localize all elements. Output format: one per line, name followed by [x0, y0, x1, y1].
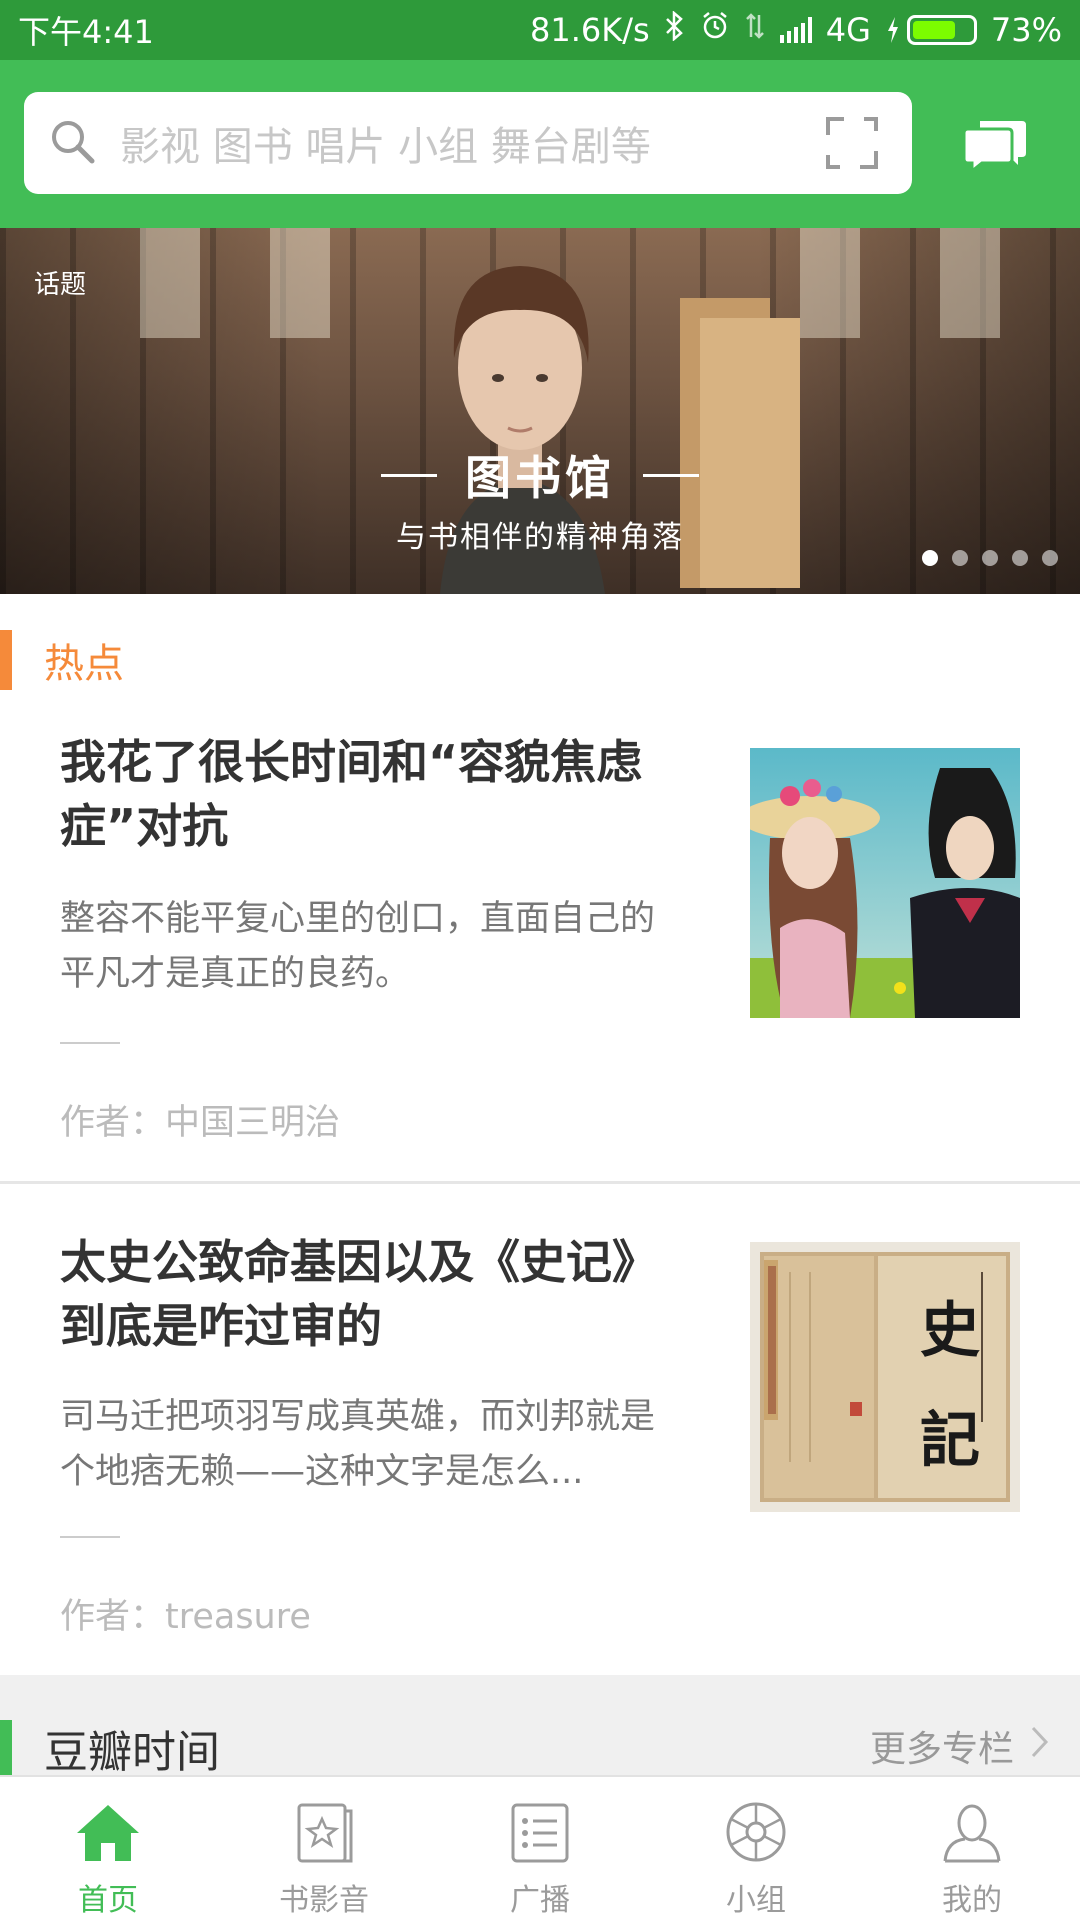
douban-time-section-heading: 豆瓣时间 更多专栏 [0, 1720, 1080, 1778]
section-accent-bar [0, 630, 12, 690]
article-divider [60, 1536, 120, 1538]
thumbnail-glyph: 記 [920, 1406, 980, 1476]
article-card[interactable]: 我花了很长时间和“容貌焦虑症”对抗 整容不能平复心里的创口，直面自己的平凡才是真… [0, 730, 1080, 1180]
banner-title-line [643, 473, 699, 477]
article-separator [0, 1181, 1080, 1184]
bottom-nav: 首页 书影音 广播 小组 我的 [0, 1775, 1080, 1920]
banner-title: 图书馆 [465, 451, 615, 505]
search-icon [48, 117, 96, 169]
scan-icon[interactable] [826, 117, 878, 169]
article-title[interactable]: 我花了很长时间和“容貌焦虑症”对抗 [60, 730, 660, 858]
banner-window-decor [940, 228, 1000, 338]
carousel-indicator[interactable] [922, 550, 1058, 566]
tab-label: 书影音 [279, 1883, 369, 1918]
banner-carousel[interactable]: 话题 图书馆 与书相伴的精神角落 [0, 228, 1080, 594]
article-thumbnail[interactable]: 史 記 [750, 1242, 1020, 1512]
thumbnail-glyph: 史 [920, 1296, 980, 1366]
tab-profile[interactable]: 我的 [864, 1777, 1080, 1920]
home-icon [77, 1805, 139, 1861]
douban-time-label: 豆瓣时间 [44, 1726, 220, 1778]
status-bar: 下午4:41 81.6K/s 4G 73% [0, 0, 1080, 60]
tab-broadcast[interactable]: 广播 [432, 1777, 648, 1920]
tab-book-movie-music[interactable]: 书影音 [216, 1777, 432, 1920]
book-movie-icon [297, 1803, 353, 1863]
battery-percent: 73% [990, 11, 1062, 49]
tab-label: 广播 [510, 1883, 570, 1918]
banner-window-decor [140, 228, 200, 338]
hot-section-heading: 热点 [0, 630, 1080, 690]
article-card[interactable]: 太史公致命基因以及《史记》到底是咋过审的 司马迁把项羽写成真英雄，而刘邦就是个地… [0, 1230, 1080, 1670]
banner-title-line [381, 473, 437, 477]
network-type: 4G [825, 11, 871, 49]
article-description: 整容不能平复心里的创口，直面自己的平凡才是真正的良药。 [60, 899, 656, 994]
carousel-dot[interactable] [1042, 550, 1058, 566]
messages-icon[interactable] [960, 115, 1030, 175]
article-author[interactable]: 作者：treasure [60, 1588, 311, 1639]
article-title[interactable]: 太史公致命基因以及《史记》到底是咋过审的 [60, 1230, 660, 1358]
bluetooth-icon [664, 10, 686, 49]
tab-home[interactable]: 首页 [0, 1777, 216, 1920]
alarm-icon [700, 11, 730, 49]
status-time: 下午4:41 [18, 13, 154, 51]
banner-subtitle: 与书相伴的精神角落 [396, 520, 684, 555]
hot-section-label: 热点 [44, 641, 124, 687]
app-header: 影视 图书 唱片 小组 舞台剧等 [0, 60, 1080, 228]
banner-window-decor [270, 228, 330, 338]
search-placeholder[interactable]: 影视 图书 唱片 小组 舞台剧等 [120, 114, 826, 172]
tab-label: 我的 [942, 1883, 1002, 1918]
data-arrows-icon [744, 11, 766, 49]
article-description: 司马迁把项羽写成真英雄，而刘邦就是个地痞无赖——这种文字是怎么... [60, 1397, 656, 1492]
carousel-dot[interactable] [1012, 550, 1028, 566]
signal-icon [779, 17, 812, 43]
article-thumbnail[interactable] [750, 748, 1020, 1018]
carousel-dot[interactable] [952, 550, 968, 566]
article-divider [60, 1042, 120, 1044]
network-speed: 81.6K/s [530, 11, 650, 49]
chevron-right-icon [1030, 1725, 1050, 1768]
group-icon [726, 1802, 786, 1862]
profile-icon [943, 1804, 1001, 1863]
status-indicators: 81.6K/s 4G 73% [530, 10, 1062, 49]
banner-tag: 话题 [34, 270, 87, 300]
more-columns-label: 更多专栏 [869, 1729, 1014, 1770]
broadcast-icon [511, 1803, 569, 1863]
tab-label: 首页 [78, 1883, 138, 1918]
search-bar[interactable]: 影视 图书 唱片 小组 舞台剧等 [24, 92, 912, 194]
carousel-dot[interactable] [982, 550, 998, 566]
tab-label: 小组 [726, 1883, 786, 1918]
article-author[interactable]: 作者：中国三明治 [60, 1094, 340, 1145]
section-accent-bar [0, 1720, 12, 1775]
tab-group[interactable]: 小组 [648, 1777, 864, 1920]
carousel-dot[interactable] [922, 550, 938, 566]
banner-title-row: 图书馆 [0, 442, 1080, 508]
more-columns-link[interactable]: 更多专栏 [870, 1720, 1050, 1772]
battery-icon [885, 15, 977, 45]
